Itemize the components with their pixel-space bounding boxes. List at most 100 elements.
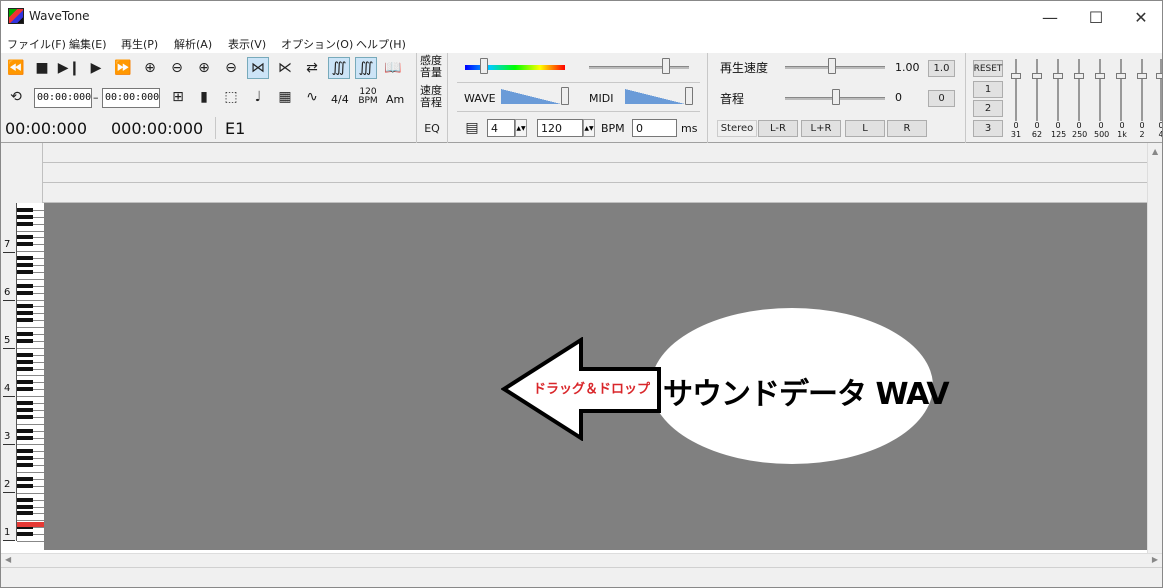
layout-icon[interactable]: ⊞ (167, 86, 189, 108)
ms-input[interactable]: 0 (632, 119, 677, 137)
rewind-icon[interactable]: ⏪ (5, 57, 27, 79)
menu-edit[interactable]: 編集(E) (69, 36, 107, 52)
black-key[interactable] (17, 380, 33, 385)
black-key[interactable] (17, 497, 33, 502)
black-key[interactable] (17, 338, 33, 343)
range-start-input[interactable]: 00:00:000 (34, 88, 92, 108)
menu-analyze[interactable]: 解析(A) (174, 36, 212, 52)
channel-l-button[interactable]: L (845, 120, 885, 137)
black-key[interactable] (17, 387, 33, 392)
eq-band-slider[interactable] (1053, 59, 1063, 121)
menu-view[interactable]: 表示(V) (228, 36, 266, 52)
piano-keys[interactable] (16, 203, 44, 542)
eq-band-slider[interactable] (1095, 59, 1105, 121)
waveform-right-icon[interactable]: ∭ (355, 57, 377, 79)
bpm-icon[interactable]: 120 BPM (357, 88, 379, 106)
black-key[interactable] (17, 456, 33, 461)
waveform-left-icon[interactable]: ∭ (328, 57, 350, 79)
black-key[interactable] (17, 414, 33, 419)
zoom-in-vertical-icon[interactable]: ⊕ (193, 57, 215, 79)
eq-preset-1-button[interactable]: 1 (973, 81, 1003, 98)
black-key[interactable] (17, 407, 33, 412)
black-key[interactable] (17, 476, 33, 481)
black-key[interactable] (17, 311, 33, 316)
swap-icon[interactable]: ⇄ (301, 57, 323, 79)
marker-icon[interactable]: ▮ (193, 86, 215, 108)
wave-slider-thumb[interactable] (561, 87, 569, 105)
eq-preset-2-button[interactable]: 2 (973, 100, 1003, 117)
wave-volume-slider[interactable] (501, 89, 561, 104)
black-key[interactable] (17, 304, 33, 309)
curve-icon[interactable]: ∿ (301, 86, 323, 108)
menu-play[interactable]: 再生(P) (121, 36, 158, 52)
scroll-right-icon[interactable]: ▶ (1152, 555, 1158, 564)
black-key[interactable] (17, 207, 33, 212)
black-key[interactable] (17, 221, 33, 226)
eq-button[interactable]: EQ (420, 120, 444, 137)
piano-keyboard[interactable]: 7 6 5 4 3 2 1 (1, 203, 44, 542)
black-key[interactable] (17, 352, 33, 357)
eq-preset-3-button[interactable]: 3 (973, 120, 1003, 137)
black-key[interactable] (17, 504, 33, 509)
black-key[interactable] (17, 318, 33, 323)
black-key[interactable] (17, 435, 33, 440)
speed-slider-thumb[interactable] (828, 58, 836, 74)
pause-icon[interactable]: ▶❙ (58, 57, 81, 79)
eq-band-slider[interactable] (1156, 59, 1162, 121)
black-key[interactable] (17, 214, 33, 219)
eq-band-slider[interactable] (1074, 59, 1084, 121)
black-key[interactable] (17, 366, 33, 371)
fast-forward-icon[interactable]: ⏩ (112, 57, 134, 79)
black-key[interactable] (17, 483, 33, 488)
zoom-in-horizontal-icon[interactable]: ⊕ (139, 57, 161, 79)
stop-icon[interactable]: ■ (31, 57, 53, 79)
volume-slider[interactable] (589, 66, 689, 69)
black-key[interactable] (17, 263, 33, 267)
channel-l-plus-r-button[interactable]: L+R (801, 120, 841, 137)
black-key[interactable] (17, 428, 33, 433)
volume-slider-thumb[interactable] (662, 58, 670, 74)
scroll-up-icon[interactable]: ▲ (1152, 147, 1158, 156)
range-end-input[interactable]: 00:00:000 (102, 88, 160, 108)
black-key[interactable] (17, 532, 33, 537)
channel-r-button[interactable]: R (887, 120, 927, 137)
eq-reset-button[interactable]: RESET (973, 60, 1003, 77)
select-icon[interactable]: ⬚ (220, 86, 242, 108)
close-button[interactable]: ✕ (1118, 1, 1162, 33)
chord-row[interactable] (43, 183, 1147, 203)
black-key[interactable] (17, 256, 33, 261)
pitch-slider-thumb[interactable] (832, 89, 840, 105)
black-key[interactable] (17, 235, 33, 240)
vertical-scrollbar[interactable]: ▲ (1147, 143, 1162, 553)
chord-icon[interactable]: Am (386, 94, 404, 106)
color-slider-thumb[interactable] (480, 58, 488, 74)
play-icon[interactable]: ▶ (85, 57, 107, 79)
eq-band-slider[interactable] (1116, 59, 1126, 121)
menu-help[interactable]: ヘルプ(H) (356, 36, 406, 52)
score-book-icon[interactable]: 📖 (382, 57, 404, 79)
loop-icon[interactable]: ⟲ (5, 86, 27, 108)
note-icon[interactable]: ♩ (247, 86, 269, 108)
midi-volume-slider[interactable] (625, 89, 685, 104)
bpm-spinner[interactable]: ▲▼ (583, 119, 595, 137)
black-key[interactable] (17, 290, 33, 295)
scroll-left-icon[interactable]: ◀ (5, 555, 11, 564)
eq-band-slider[interactable] (1137, 59, 1147, 121)
black-key[interactable] (17, 242, 33, 247)
black-key[interactable] (17, 283, 33, 288)
menu-file[interactable]: ファイル(F) (7, 36, 66, 52)
black-key[interactable] (17, 332, 33, 336)
fit-horizontal-icon[interactable]: ⋉ (274, 57, 296, 79)
maximize-button[interactable]: ☐ (1073, 1, 1119, 33)
menu-options[interactable]: オプション(O) (281, 36, 353, 52)
speed-reset-button[interactable]: 1.0 (928, 60, 955, 77)
time-signature-icon[interactable]: 4/4 (331, 94, 349, 106)
eq-band-slider[interactable] (1011, 59, 1021, 121)
channel-stereo-button[interactable]: Stereo (717, 120, 757, 137)
timeline-ruler[interactable] (43, 143, 1147, 163)
minimize-button[interactable]: — (1027, 1, 1073, 33)
pitch-reset-button[interactable]: 0 (928, 90, 955, 107)
grid-icon[interactable]: ▦ (274, 86, 296, 108)
midi-slider-thumb[interactable] (685, 87, 693, 105)
black-key[interactable] (17, 511, 33, 516)
